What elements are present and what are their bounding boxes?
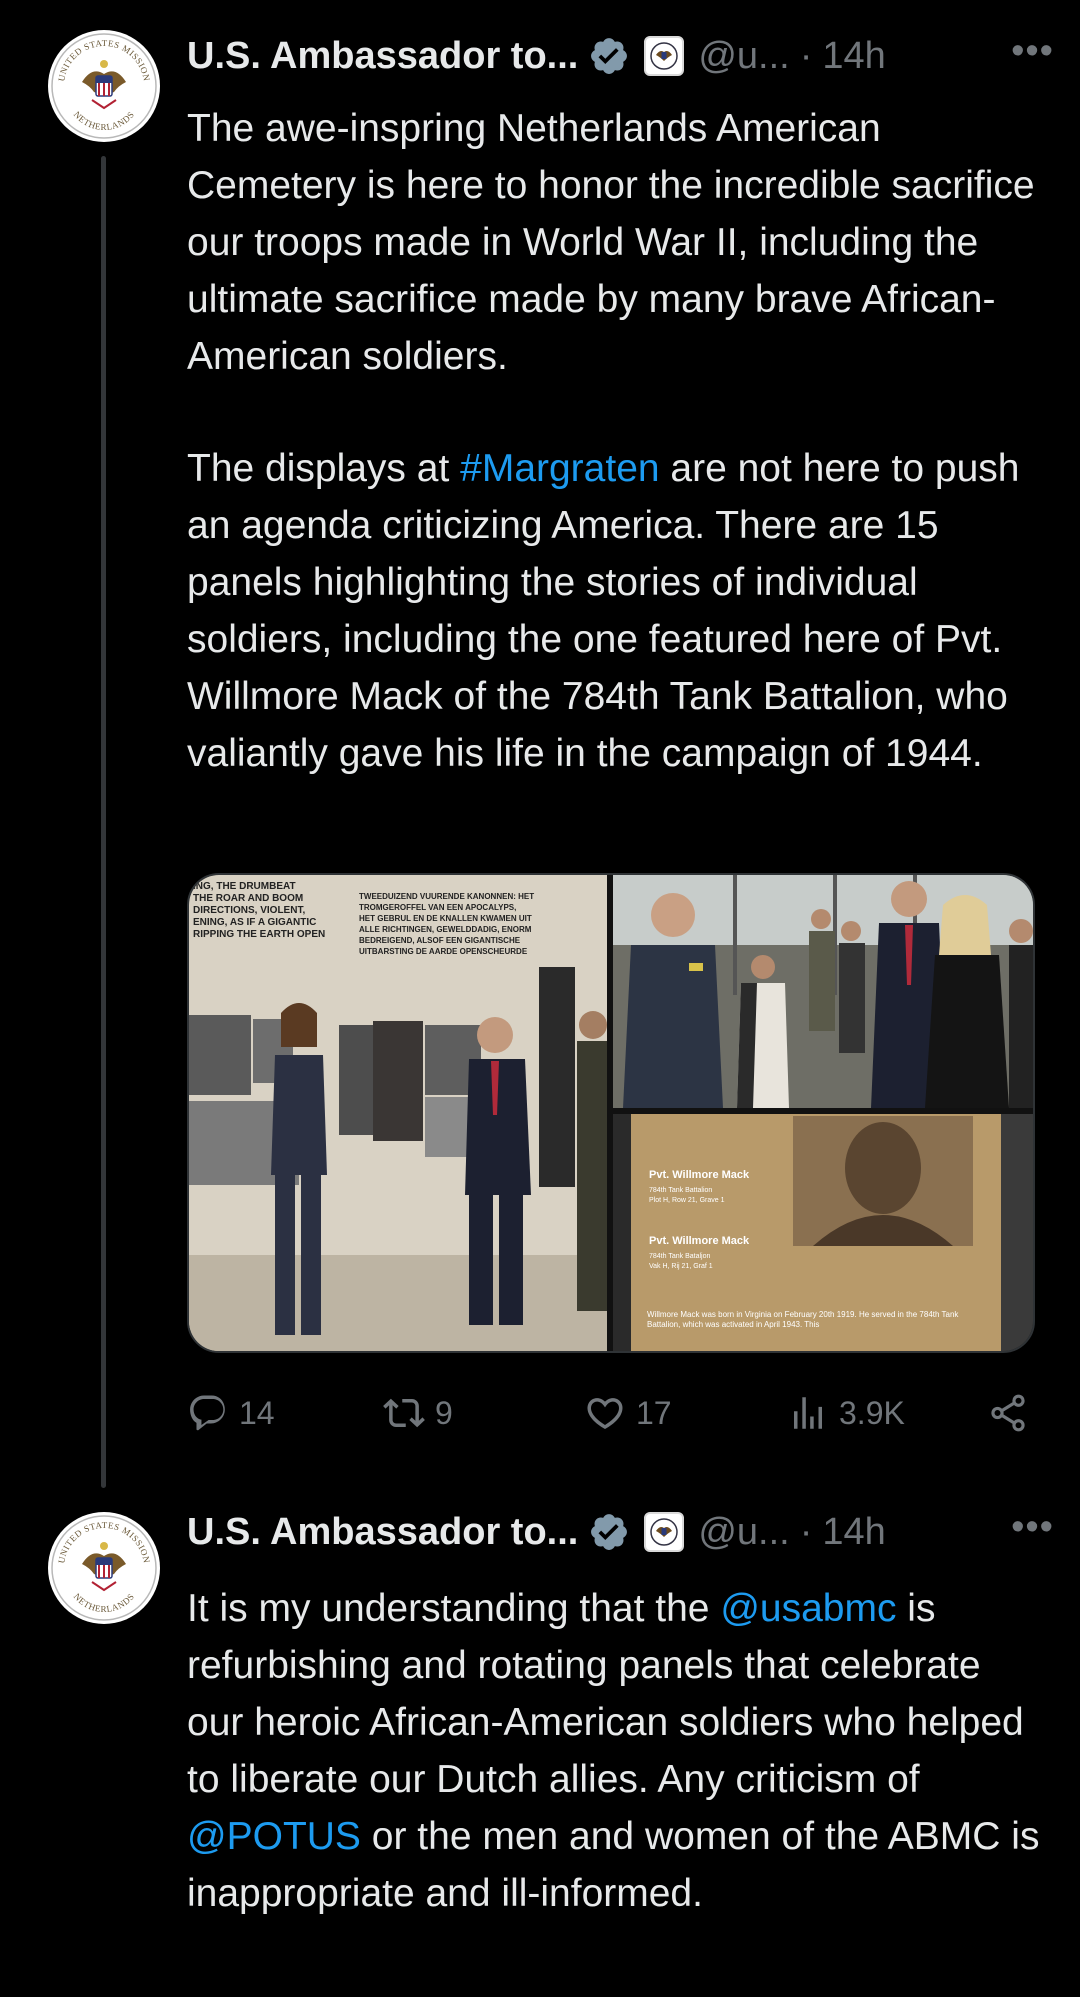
government-seal-icon[interactable] xyxy=(644,36,685,76)
share-button[interactable] xyxy=(987,1385,1029,1441)
tweet-text-paragraph-2: The displays at #Margraten are not here … xyxy=(187,440,1047,782)
share-icon xyxy=(991,1394,1025,1432)
tweet-header: U.S. Ambassador to... @u... · 14h ••• xyxy=(187,26,1060,86)
retweet-button[interactable]: 9 xyxy=(383,1385,453,1441)
text-segment: It is my understanding that the xyxy=(187,1587,721,1630)
government-seal-icon[interactable] xyxy=(644,1512,685,1552)
media-grid: ING, THE DRUMBEAT THE ROAR AND BOOM DIRE… xyxy=(187,873,1035,1353)
retweet-count: 9 xyxy=(435,1394,453,1431)
panel-name-en: Pvt. Willmore Mack xyxy=(649,1169,750,1181)
tweet-2[interactable]: UNITED STATES MISSION NETHERLANDS U.S. A… xyxy=(0,1480,1080,1997)
views-icon xyxy=(794,1397,822,1429)
photo-visitors-group[interactable] xyxy=(613,875,1033,1108)
panel-grave-nl: Vak H, Rij 21, Graf 1 xyxy=(649,1263,713,1270)
reply-icon xyxy=(190,1395,225,1431)
author-handle[interactable]: @u... xyxy=(698,1511,789,1554)
author-avatar[interactable]: UNITED STATES MISSION NETHERLANDS xyxy=(48,1512,160,1624)
text-segment: The awe-inspring Netherlands American Ce… xyxy=(187,107,1035,378)
text-segment: The displays at xyxy=(187,447,461,490)
photo-museum-wall[interactable]: ING, THE DRUMBEAT THE ROAR AND BOOM DIRE… xyxy=(189,875,607,1351)
tweet-text-paragraph-1: It is my understanding that the @usabmc … xyxy=(187,1580,1047,1922)
retweet-icon xyxy=(383,1398,425,1428)
tweet-text-paragraph-1: The awe-inspring Netherlands American Ce… xyxy=(187,100,1047,385)
separator-dot: · xyxy=(799,34,813,77)
reply-button[interactable]: 14 xyxy=(187,1385,275,1441)
panel-grave-en: Plot H, Row 21, Grave 1 xyxy=(649,1197,725,1204)
verified-badge-icon[interactable] xyxy=(588,35,630,77)
author-name[interactable]: U.S. Ambassador to... xyxy=(187,35,578,78)
mention-link-potus[interactable]: @POTUS xyxy=(187,1815,361,1858)
hashtag-link[interactable]: #Margraten xyxy=(460,447,659,490)
panel-caption: Willmore Mack was born in Virginia on Fe… xyxy=(647,1310,959,1329)
photo-soldier-panel[interactable]: Pvt. Willmore Mack 784th Tank Battalion … xyxy=(613,1114,1033,1351)
post-time[interactable]: 14h xyxy=(822,35,885,78)
author-name[interactable]: U.S. Ambassador to... xyxy=(187,1511,578,1554)
verified-badge-icon[interactable] xyxy=(588,1511,630,1553)
text-segment: are not here to push an agenda criticizi… xyxy=(187,447,1020,775)
reply-count: 14 xyxy=(239,1394,275,1431)
panel-unit-nl: 784th Tank Bataljon xyxy=(649,1253,710,1260)
more-options-icon[interactable]: ••• xyxy=(1011,1506,1054,1549)
mention-link-usabmc[interactable]: @usabmc xyxy=(720,1587,896,1630)
like-count: 17 xyxy=(636,1394,672,1431)
tweet-header: U.S. Ambassador to... @u... · 14h ••• xyxy=(187,1502,1060,1562)
thread-connector-line xyxy=(101,156,106,1488)
tweet-1[interactable]: UNITED STATES MISSION NETHERLANDS U.S. A… xyxy=(0,0,1080,1488)
author-avatar[interactable]: UNITED STATES MISSION NETHERLANDS xyxy=(48,30,160,142)
view-count: 3.9K xyxy=(839,1394,905,1431)
panel-unit-en: 784th Tank Battalion xyxy=(649,1187,712,1194)
like-icon xyxy=(587,1398,623,1430)
author-handle[interactable]: @u... xyxy=(698,35,789,78)
separator-dot: · xyxy=(799,1510,813,1553)
like-button[interactable]: 17 xyxy=(584,1385,672,1441)
panel-name-nl: Pvt. Willmore Mack xyxy=(649,1235,750,1247)
action-bar: 14 9 17 3.9K xyxy=(187,1385,1037,1441)
post-time[interactable]: 14h xyxy=(822,1511,885,1554)
views-button[interactable]: 3.9K xyxy=(787,1385,905,1441)
more-options-icon[interactable]: ••• xyxy=(1011,30,1054,73)
